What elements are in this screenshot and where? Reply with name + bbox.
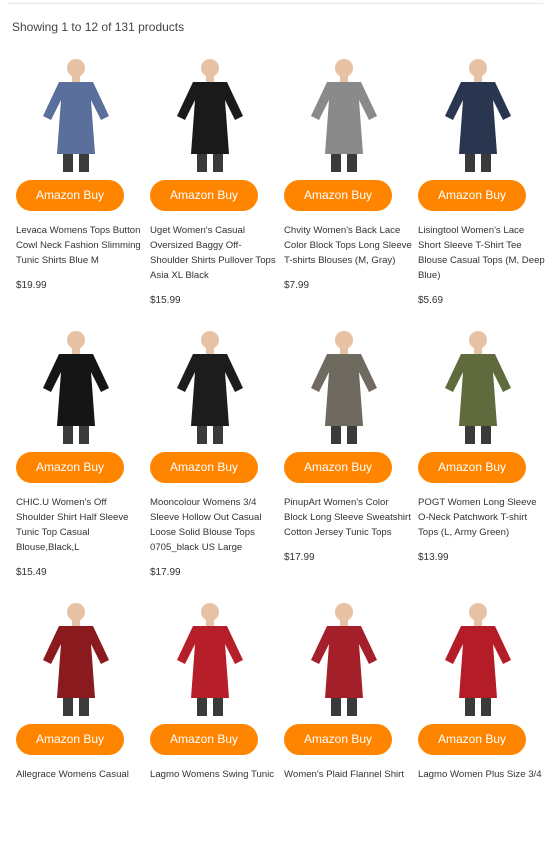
amazon-buy-button[interactable]: Amazon Buy: [418, 180, 526, 211]
product-image[interactable]: [14, 594, 138, 716]
product-image[interactable]: [148, 50, 272, 172]
product-image[interactable]: [282, 322, 406, 444]
product-grid: Amazon Buy Levaca Womens Tops Button Cow…: [14, 50, 545, 866]
product-price: $19.99: [16, 280, 47, 291]
product-image[interactable]: [148, 594, 272, 716]
product-title[interactable]: Mooncolour Womens 3/4 Sleeve Hollow Out …: [150, 495, 278, 555]
amazon-buy-button[interactable]: Amazon Buy: [284, 452, 392, 483]
product-image[interactable]: [282, 594, 406, 716]
product-title[interactable]: Lisingtool Women's Lace Short Sleeve T-S…: [418, 223, 546, 283]
black-off-shoulder-pullover-image: [177, 59, 243, 172]
product-title[interactable]: Levaca Womens Tops Button Cowl Neck Fash…: [16, 223, 144, 268]
amazon-buy-button[interactable]: Amazon Buy: [418, 724, 526, 755]
product-price: $7.99: [284, 280, 310, 291]
product-title[interactable]: Lagmo Womens Swing Tunic: [150, 767, 278, 782]
gray-color-block-top-image: [311, 59, 377, 172]
product-price: $15.99: [150, 295, 181, 306]
result-count: Showing 1 to 12 of 131 products: [12, 20, 185, 34]
product-price: $15.49: [16, 567, 47, 578]
blue-cowl-neck-tunic-image: [43, 59, 109, 172]
amazon-buy-button[interactable]: Amazon Buy: [150, 724, 258, 755]
product-card: Amazon Buy CHIC.U Women's Off Shoulder S…: [14, 322, 138, 594]
product-title[interactable]: PinupArt Women's Color Block Long Sleeve…: [284, 495, 412, 540]
army-green-patchwork-top-image: [445, 331, 511, 444]
amazon-buy-button[interactable]: Amazon Buy: [150, 180, 258, 211]
product-title[interactable]: Allegrace Womens Casual: [16, 767, 144, 782]
red-plaid-flannel-shirt-image: [311, 603, 377, 716]
product-title[interactable]: CHIC.U Women's Off Shoulder Shirt Half S…: [16, 495, 144, 555]
amazon-buy-button[interactable]: Amazon Buy: [150, 452, 258, 483]
product-title[interactable]: POGT Women Long Sleeve O-Neck Patchwork …: [418, 495, 546, 540]
product-card: Amazon Buy Chvity Women's Back Lace Colo…: [282, 50, 412, 322]
product-image[interactable]: [148, 322, 272, 444]
black-lace-up-blouse-image: [177, 331, 243, 444]
red-swing-tunic-image: [177, 603, 243, 716]
product-image[interactable]: [14, 50, 138, 172]
amazon-buy-button[interactable]: Amazon Buy: [284, 724, 392, 755]
product-price: $17.99: [284, 552, 315, 563]
red-plus-size-tunic-image: [445, 603, 511, 716]
product-card: Amazon Buy Women's Plaid Flannel Shirt: [282, 594, 406, 866]
product-image[interactable]: [282, 50, 406, 172]
product-card: Amazon Buy Lagmo Women Plus Size 3/4: [416, 594, 542, 866]
product-title[interactable]: Chvity Women's Back Lace Color Block Top…: [284, 223, 412, 268]
product-image[interactable]: [14, 322, 138, 444]
amazon-buy-button[interactable]: Amazon Buy: [418, 452, 526, 483]
striped-sleeve-tunic-image: [311, 331, 377, 444]
product-price: $5.69: [418, 295, 444, 306]
amazon-buy-button[interactable]: Amazon Buy: [284, 180, 392, 211]
product-card: Amazon Buy Allegrace Womens Casual: [14, 594, 138, 866]
product-price: $13.99: [418, 552, 449, 563]
product-card: Amazon Buy Lisingtool Women's Lace Short…: [416, 50, 545, 322]
product-card: Amazon Buy POGT Women Long Sleeve O-Neck…: [416, 322, 540, 594]
product-card: Amazon Buy Lagmo Womens Swing Tunic: [148, 594, 274, 866]
product-price: $17.99: [150, 567, 181, 578]
amazon-buy-button[interactable]: Amazon Buy: [16, 724, 124, 755]
product-image[interactable]: [416, 50, 540, 172]
amazon-buy-button[interactable]: Amazon Buy: [16, 180, 124, 211]
product-image[interactable]: [416, 594, 540, 716]
product-title[interactable]: Uget Women's Casual Oversized Baggy Off-…: [150, 223, 278, 283]
product-image[interactable]: [416, 322, 540, 444]
red-vneck-tunic-image: [43, 603, 109, 716]
product-title[interactable]: Lagmo Women Plus Size 3/4: [418, 767, 546, 782]
product-card: Amazon Buy PinupArt Women's Color Block …: [282, 322, 411, 594]
top-divider: [8, 3, 543, 4]
navy-lace-sleeve-tee-image: [445, 59, 511, 172]
product-card: Amazon Buy Uget Women's Casual Oversized…: [148, 50, 276, 322]
product-card: Amazon Buy Levaca Womens Tops Button Cow…: [14, 50, 141, 322]
product-title[interactable]: Women's Plaid Flannel Shirt: [284, 767, 412, 782]
product-card: Amazon Buy Mooncolour Womens 3/4 Sleeve …: [148, 322, 272, 594]
amazon-buy-button[interactable]: Amazon Buy: [16, 452, 124, 483]
black-cutout-sleeve-tunic-image: [43, 331, 109, 444]
